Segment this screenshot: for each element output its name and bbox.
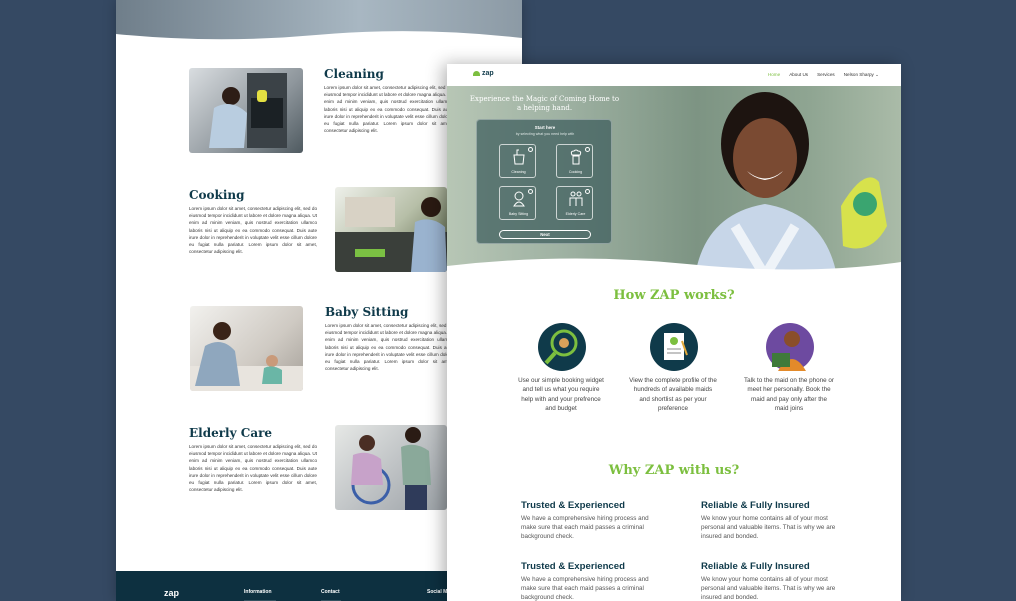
chef-icon	[570, 149, 582, 165]
service-text: Lorem ipsum dolor sit amet, consectetur …	[325, 323, 453, 372]
leaf-icon	[473, 71, 480, 76]
radio-icon	[585, 189, 590, 194]
service-text: Lorem ipsum dolor sit amet, consectetur …	[324, 85, 452, 134]
widget-heading: Start here	[534, 125, 556, 130]
why-zap-title: Why ZAP with us?	[608, 463, 740, 478]
brand-logo[interactable]: zap	[473, 70, 494, 77]
footer-logo: zap	[164, 588, 180, 598]
service-baby-sitting: Baby Sitting Lorem ipsum dolor sit amet,…	[325, 305, 453, 372]
option-label: Cooking	[568, 170, 583, 174]
hero-title: Experience the Magic of Coming Home to a…	[469, 95, 620, 112]
service-title: Cleaning	[324, 67, 384, 81]
elderly-icon	[569, 191, 583, 206]
reason-title: Reliable & Fully Insured	[701, 561, 810, 572]
service-text: Lorem ipsum dolor sit amet, consectetur …	[189, 444, 317, 493]
nav-user-menu[interactable]: Nelson Sharpy ⌄	[844, 72, 879, 78]
top-navigation: zap Home About Us Services Nelson Sharpy…	[447, 64, 901, 86]
logo-text: zap	[482, 70, 494, 77]
profile-document-icon	[650, 323, 698, 371]
service-title: Baby Sitting	[325, 305, 409, 319]
option-label: Elderly Care	[565, 212, 586, 216]
reason-text: We have a comprehensive hiring process a…	[521, 576, 649, 601]
hero-wave	[116, 31, 522, 46]
footer-information-link[interactable]: ————————	[244, 597, 276, 601]
option-label: Cleaning	[511, 170, 526, 174]
how-it-works-title: How ZAP works?	[613, 288, 735, 303]
nav-about-us[interactable]: About Us	[789, 72, 808, 78]
radio-icon	[528, 147, 533, 152]
maid-icon	[766, 323, 814, 371]
radio-icon	[585, 147, 590, 152]
elderly-care-photo	[335, 425, 447, 510]
hero-woman-image	[695, 92, 887, 276]
widget-subheading: by selecting what you need help with	[515, 132, 575, 136]
cooking-photo	[335, 187, 447, 272]
footer-social-heading: Social M	[427, 589, 448, 595]
booking-widget: Start here by selecting what you need he…	[476, 119, 612, 244]
option-cleaning[interactable]: Cleaning	[499, 144, 536, 178]
service-cleaning: Cleaning Lorem ipsum dolor sit amet, con…	[324, 67, 452, 134]
nav-user-name: Nelson Sharpy	[843, 72, 874, 77]
reason-title: Reliable & Fully Insured	[701, 500, 810, 511]
nav-links: Home About Us Services Nelson Sharpy ⌄	[768, 72, 879, 78]
reason-item: Reliable & Fully Insured We know your ho…	[701, 500, 841, 542]
reason-item: Trusted & Experienced We have a comprehe…	[521, 561, 661, 601]
option-elderly-care[interactable]: Elderly Care	[556, 186, 593, 220]
service-title: Elderly Care	[189, 426, 273, 440]
bucket-icon	[513, 149, 525, 165]
next-button[interactable]: Next	[499, 230, 591, 239]
hero-section: Experience the Magic of Coming Home to a…	[447, 86, 901, 276]
service-cooking: Cooking Lorem ipsum dolor sit amet, cons…	[189, 188, 317, 255]
services-hero-banner	[116, 0, 522, 46]
footer-information-heading: Information	[244, 589, 272, 595]
chevron-down-icon: ⌄	[875, 72, 879, 77]
search-icon	[538, 323, 586, 371]
footer-contact-heading: Contact	[321, 589, 340, 595]
service-title: Cooking	[189, 188, 245, 202]
reason-text: We know your home contains all of your m…	[701, 576, 836, 601]
reason-text: We know your home contains all of your m…	[701, 515, 836, 541]
reason-title: Trusted & Experienced	[521, 500, 625, 511]
home-page-mockup: zap Home About Us Services Nelson Sharpy…	[447, 64, 901, 601]
option-cooking[interactable]: Cooking	[556, 144, 593, 178]
baby-sitting-photo	[190, 306, 303, 391]
step-text: View the complete profile of the hundred…	[629, 377, 717, 413]
service-text: Lorem ipsum dolor sit amet, consectetur …	[189, 206, 317, 255]
reason-item: Trusted & Experienced We have a comprehe…	[521, 500, 661, 542]
nav-services[interactable]: Services	[817, 72, 835, 78]
baby-icon	[513, 191, 525, 207]
service-elderly-care: Elderly Care Lorem ipsum dolor sit amet,…	[189, 426, 317, 493]
step-text: Talk to the maid on the phone or meet he…	[744, 377, 834, 413]
hero-wave	[447, 258, 901, 276]
step-text: Use our simple booking widget and tell u…	[518, 377, 604, 413]
option-baby-sitting[interactable]: Baby Sitting	[499, 186, 536, 220]
reason-text: We have a comprehensive hiring process a…	[521, 515, 649, 541]
nav-home[interactable]: Home	[768, 72, 780, 78]
reason-item: Reliable & Fully Insured We know your ho…	[701, 561, 841, 601]
reason-title: Trusted & Experienced	[521, 561, 625, 572]
footer-contact-link[interactable]: —————	[321, 597, 341, 601]
cleaning-photo	[189, 68, 303, 153]
option-label: Baby Sitting	[508, 212, 529, 216]
radio-icon	[528, 189, 533, 194]
